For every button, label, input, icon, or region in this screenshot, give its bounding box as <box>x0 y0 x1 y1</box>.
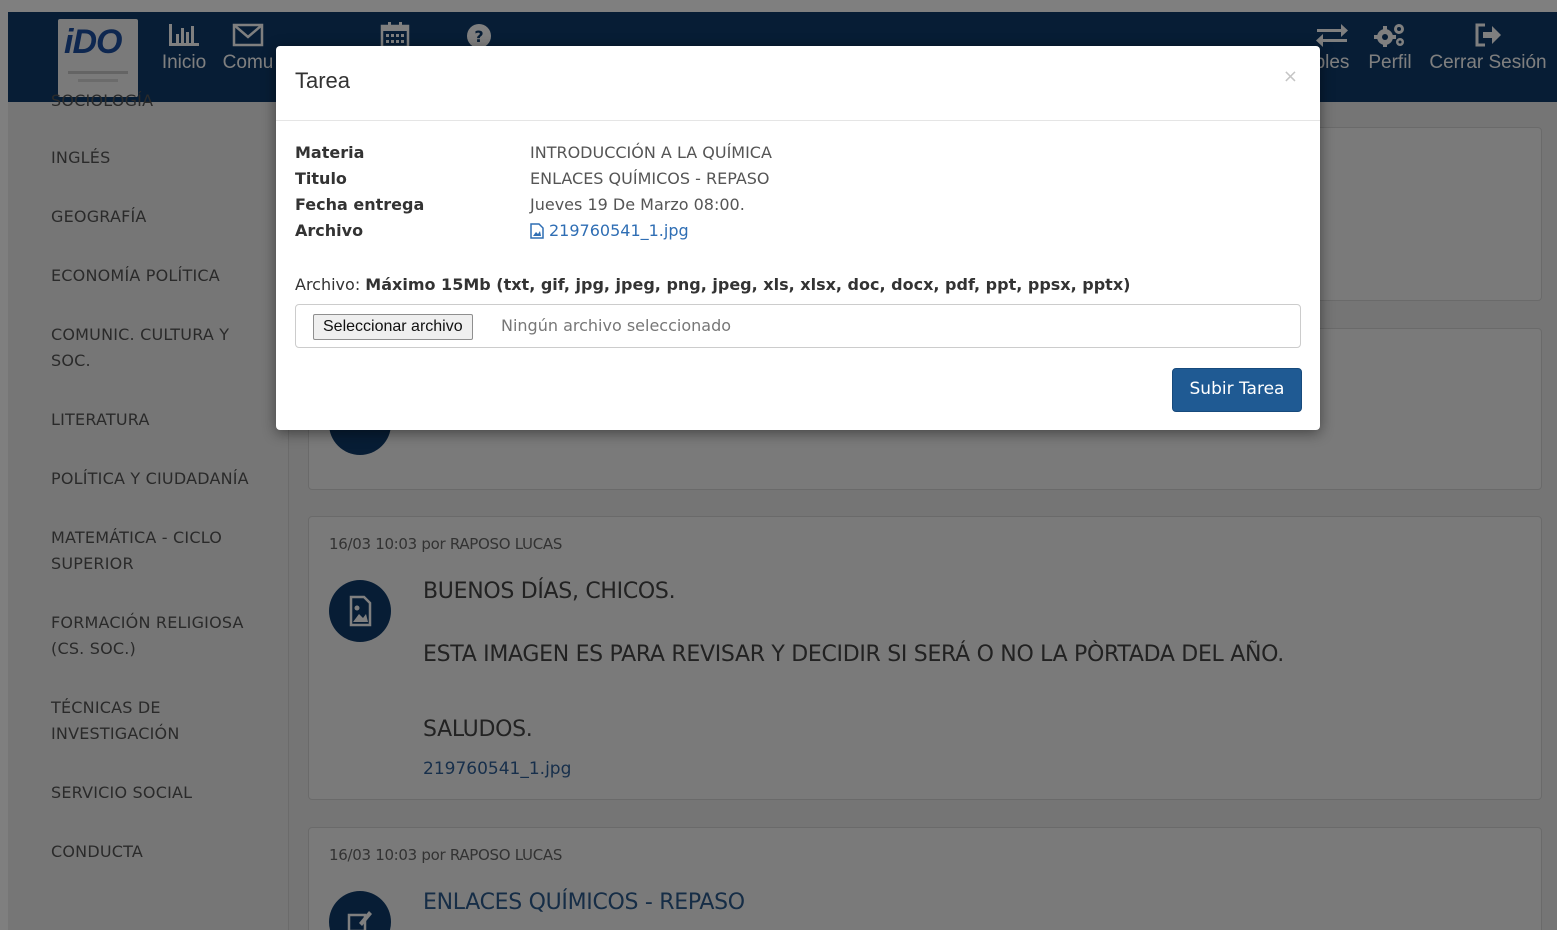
archivo-label: Archivo <box>295 221 364 240</box>
fecha-entrega-value: Jueves 19 De Marzo 08:00. <box>530 195 745 214</box>
archivo-link[interactable]: 219760541_1.jpg <box>530 221 689 240</box>
submit-task-button[interactable]: Subir Tarea <box>1172 368 1302 412</box>
titulo-label: Titulo <box>295 169 347 188</box>
titulo-value: ENLACES QUÍMICOS - REPASO <box>530 169 770 188</box>
close-icon[interactable]: × <box>1283 66 1298 87</box>
task-modal: Tarea × Materia INTRODUCCIÓN A LA QUÍMIC… <box>276 46 1320 430</box>
upload-rules: Máximo 15Mb (txt, gif, jpg, jpeg, png, j… <box>365 275 1131 294</box>
upload-prefix: Archivo: <box>295 275 366 294</box>
modal-header: Tarea × <box>276 46 1320 121</box>
materia-label: Materia <box>295 143 365 162</box>
upload-instructions: Archivo: Máximo 15Mb (txt, gif, jpg, jpe… <box>295 275 1130 294</box>
modal-title: Tarea <box>295 68 351 93</box>
materia-value: INTRODUCCIÓN A LA QUÍMICA <box>530 143 772 162</box>
file-image-icon <box>530 222 544 239</box>
file-input[interactable]: Seleccionar archivo Ningún archivo selec… <box>295 304 1301 348</box>
archivo-filename: 219760541_1.jpg <box>549 221 689 240</box>
select-file-button[interactable]: Seleccionar archivo <box>313 314 473 340</box>
no-file-text: Ningún archivo seleccionado <box>501 316 732 335</box>
fecha-entrega-label: Fecha entrega <box>295 195 425 214</box>
